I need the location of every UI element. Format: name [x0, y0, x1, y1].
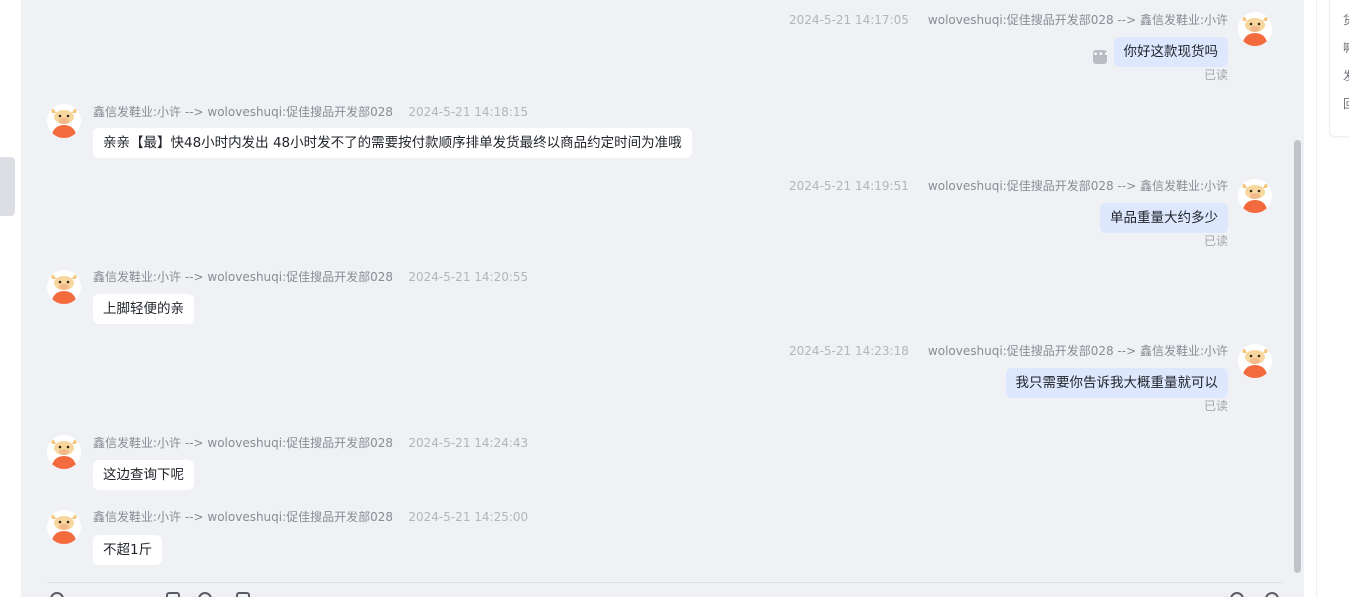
message-participants: 鑫信发鞋业:小许 --> woloveshuqi:促佳搜品开发部028 — [93, 105, 394, 119]
message-participants: 鑫信发鞋业:小许 --> woloveshuqi:促佳搜品开发部028 — [93, 510, 394, 524]
message-time: 2024-5-21 14:23:18 — [789, 344, 909, 358]
message-time: 2024-5-21 14:24:43 — [408, 436, 529, 450]
more-options-icon[interactable]: ••• — [1093, 50, 1109, 64]
message-time: 2024-5-21 14:25:00 — [408, 510, 529, 524]
message-meta: 2024-5-21 14:17:05 woloveshuqi:促佳搜品开发部02… — [789, 12, 1228, 28]
message-bubble: 亲亲【最】快48小时内发出 48小时发不了的需要按付款顺序排单发货最终以商品约定… — [93, 128, 692, 158]
bull-avatar-icon[interactable] — [47, 104, 81, 138]
collapse-handle[interactable] — [0, 157, 15, 216]
input-divider — [47, 582, 1283, 583]
message-meta: 鑫信发鞋业:小许 --> woloveshuqi:促佳搜品开发部028 2024… — [93, 104, 528, 120]
bull-avatar-icon[interactable] — [1238, 344, 1272, 378]
bull-avatar-icon[interactable] — [1238, 12, 1272, 46]
message-bubble: 单品重量大约多少 — [1100, 203, 1228, 233]
image-icon[interactable] — [166, 592, 180, 597]
read-status: 已读 — [1203, 399, 1228, 413]
message-bubble: 我只需要你告诉我大概重量就可以 — [1005, 368, 1228, 398]
message-meta: 鑫信发鞋业:小许 --> woloveshuqi:促佳搜品开发部028 2024… — [93, 435, 528, 451]
file-icon[interactable] — [236, 592, 250, 597]
message-participants: woloveshuqi:促佳搜品开发部028 --> 鑫信发鞋业:小许 — [927, 344, 1228, 358]
read-status: 已读 — [1203, 234, 1228, 248]
side-text: 回 — [1343, 97, 1349, 111]
message-meta: 2024-5-21 14:23:18 woloveshuqi:促佳搜品开发部02… — [789, 343, 1228, 359]
message-time: 2024-5-21 14:20:55 — [408, 270, 529, 284]
bull-avatar-icon[interactable] — [47, 510, 81, 544]
message-bubble: 你好这款现货吗 — [1113, 37, 1228, 67]
chat-scrollbar[interactable] — [1294, 140, 1301, 573]
message-time: 2024-5-21 14:19:51 — [789, 179, 909, 193]
side-text: 嘛 — [1343, 41, 1349, 55]
message-bubble: 这边查询下呢 — [93, 460, 194, 490]
side-text: 货 — [1343, 13, 1349, 27]
message-bubble: 上脚轻便的亲 — [93, 294, 194, 324]
message-time: 2024-5-21 14:17:05 — [789, 13, 909, 27]
message-meta: 鑫信发鞋业:小许 --> woloveshuqi:促佳搜品开发部028 2024… — [93, 269, 528, 285]
message-meta: 2024-5-21 14:19:51 woloveshuqi:促佳搜品开发部02… — [789, 178, 1228, 194]
chat-window: 2024-5-21 14:17:05 woloveshuqi:促佳搜品开发部02… — [0, 0, 1349, 597]
chat-history-panel: 2024-5-21 14:17:05 woloveshuqi:促佳搜品开发部02… — [21, 0, 1304, 597]
message-participants: 鑫信发鞋业:小许 --> woloveshuqi:促佳搜品开发部028 — [93, 270, 394, 284]
bull-avatar-icon[interactable] — [47, 270, 81, 304]
message-bubble: 不超1斤 — [93, 535, 163, 565]
message-participants: 鑫信发鞋业:小许 --> woloveshuqi:促佳搜品开发部028 — [93, 436, 394, 450]
message-time: 2024-5-21 14:18:15 — [408, 105, 529, 119]
bull-avatar-icon[interactable] — [1238, 179, 1272, 213]
bull-avatar-icon[interactable] — [47, 435, 81, 469]
message-participants: woloveshuqi:促佳搜品开发部028 --> 鑫信发鞋业:小许 — [927, 179, 1228, 193]
read-status: 已读 — [1203, 68, 1228, 82]
side-info-card: 货 嘛 发 回 — [1329, 0, 1349, 137]
side-panel-border — [1316, 0, 1317, 597]
side-text: 发 — [1343, 69, 1349, 83]
message-meta: 鑫信发鞋业:小许 --> woloveshuqi:促佳搜品开发部028 2024… — [93, 509, 528, 525]
message-participants: woloveshuqi:促佳搜品开发部028 --> 鑫信发鞋业:小许 — [927, 13, 1228, 27]
